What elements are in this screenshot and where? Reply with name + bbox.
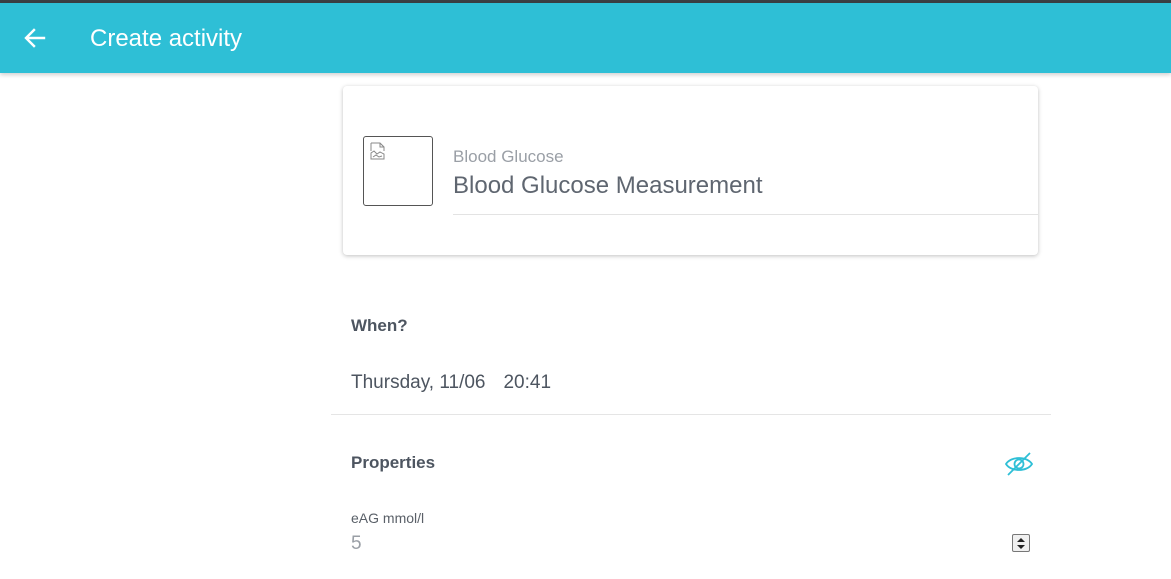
properties-heading: Properties	[351, 453, 436, 472]
date-value[interactable]: Thursday, 11/06	[351, 372, 485, 393]
datetime-picker[interactable]: Thursday, 11/06 20:41	[351, 372, 569, 394]
section-divider	[331, 414, 1051, 415]
activity-name: Blood Glucose Measurement	[453, 172, 763, 199]
eag-input[interactable]	[351, 532, 1031, 556]
activity-card[interactable]: Blood Glucose Blood Glucose Measurement	[343, 86, 1038, 255]
eag-stepper[interactable]	[1012, 534, 1030, 552]
stepper-down-icon[interactable]	[1017, 545, 1025, 549]
app-bar: Create activity	[0, 3, 1171, 73]
back-button[interactable]	[18, 23, 52, 53]
card-divider	[453, 214, 1038, 215]
broken-image-icon	[370, 142, 385, 160]
stepper-up-icon[interactable]	[1017, 538, 1025, 542]
toggle-visibility-button[interactable]	[1003, 450, 1035, 478]
activity-category: Blood Glucose	[453, 147, 564, 166]
eye-off-icon	[1004, 452, 1034, 476]
arrow-left-icon	[24, 28, 46, 48]
time-value[interactable]: 20:41	[503, 372, 551, 393]
eag-field-label: eAG mmol/l	[351, 510, 425, 526]
activity-thumbnail	[363, 136, 433, 206]
when-heading: When?	[351, 316, 408, 335]
page-title: Create activity	[90, 25, 243, 52]
